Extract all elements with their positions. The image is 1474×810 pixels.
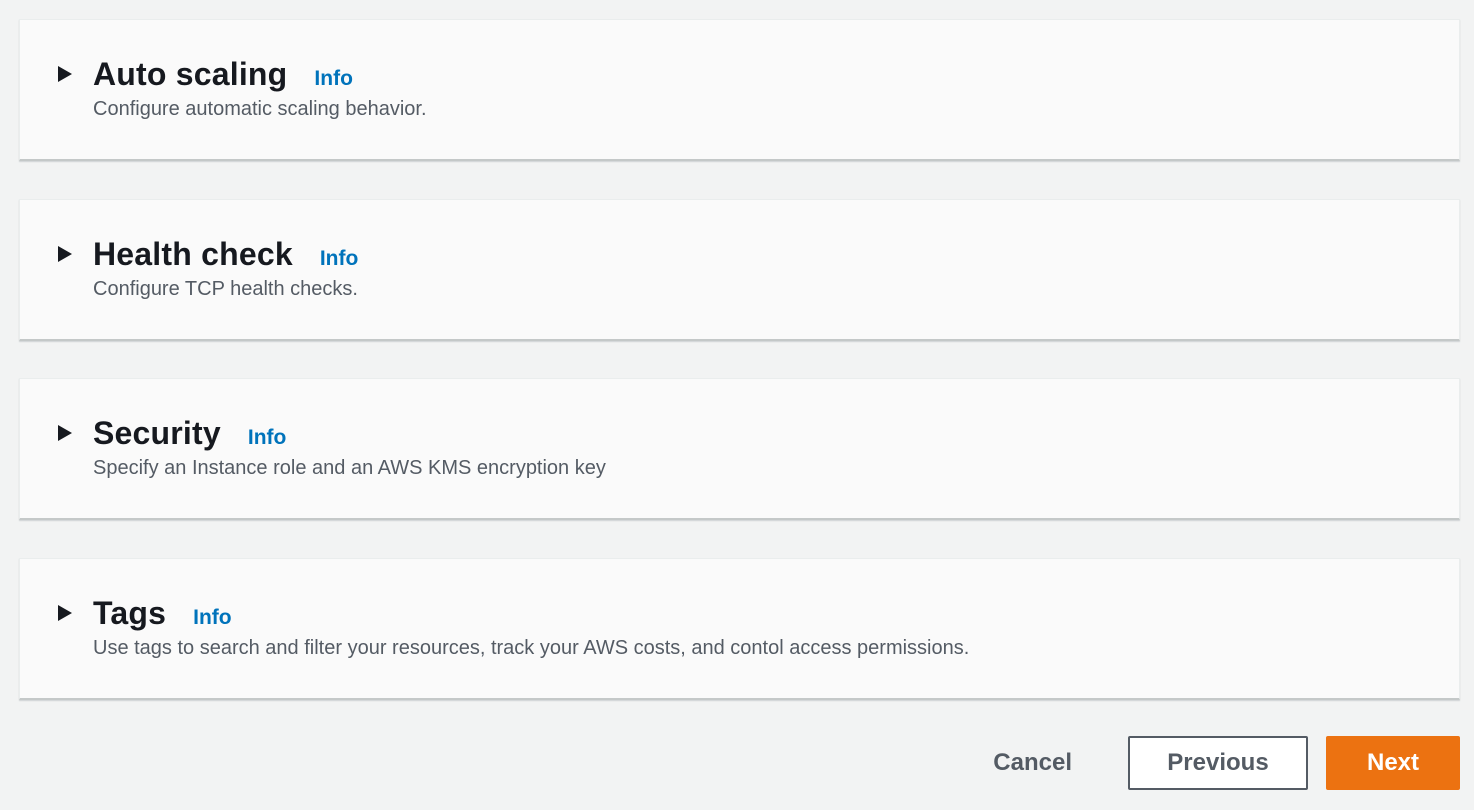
wizard-actions: Cancel Previous Next — [973, 736, 1460, 790]
section-auto-scaling-toggle[interactable]: Auto scaling Info — [58, 56, 353, 93]
cancel-button[interactable]: Cancel — [973, 736, 1092, 790]
section-health-check-toggle[interactable]: Health check Info — [58, 236, 358, 273]
section-title[interactable]: Tags — [93, 595, 166, 632]
section-tags: Tags Info Use tags to search and filter … — [19, 558, 1460, 700]
caret-right-icon[interactable] — [58, 246, 72, 262]
section-description: Specify an Instance role and an AWS KMS … — [93, 457, 606, 479]
info-link[interactable]: Info — [320, 247, 358, 271]
section-auto-scaling: Auto scaling Info Configure automatic sc… — [19, 19, 1460, 161]
previous-button[interactable]: Previous — [1128, 736, 1308, 790]
section-tags-toggle[interactable]: Tags Info — [58, 595, 232, 632]
info-link[interactable]: Info — [248, 426, 286, 450]
next-button[interactable]: Next — [1326, 736, 1460, 790]
section-title[interactable]: Health check — [93, 236, 293, 273]
section-title[interactable]: Auto scaling — [93, 56, 287, 93]
caret-right-icon[interactable] — [58, 605, 72, 621]
section-description: Configure automatic scaling behavior. — [93, 98, 427, 120]
section-security-toggle[interactable]: Security Info — [58, 415, 286, 452]
section-title[interactable]: Security — [93, 415, 221, 452]
section-security: Security Info Specify an Instance role a… — [19, 378, 1460, 520]
info-link[interactable]: Info — [314, 67, 352, 91]
caret-right-icon[interactable] — [58, 425, 72, 441]
section-description: Use tags to search and filter your resou… — [93, 637, 970, 659]
section-health-check: Health check Info Configure TCP health c… — [19, 199, 1460, 341]
section-description: Configure TCP health checks. — [93, 278, 358, 300]
info-link[interactable]: Info — [193, 606, 231, 630]
caret-right-icon[interactable] — [58, 66, 72, 82]
